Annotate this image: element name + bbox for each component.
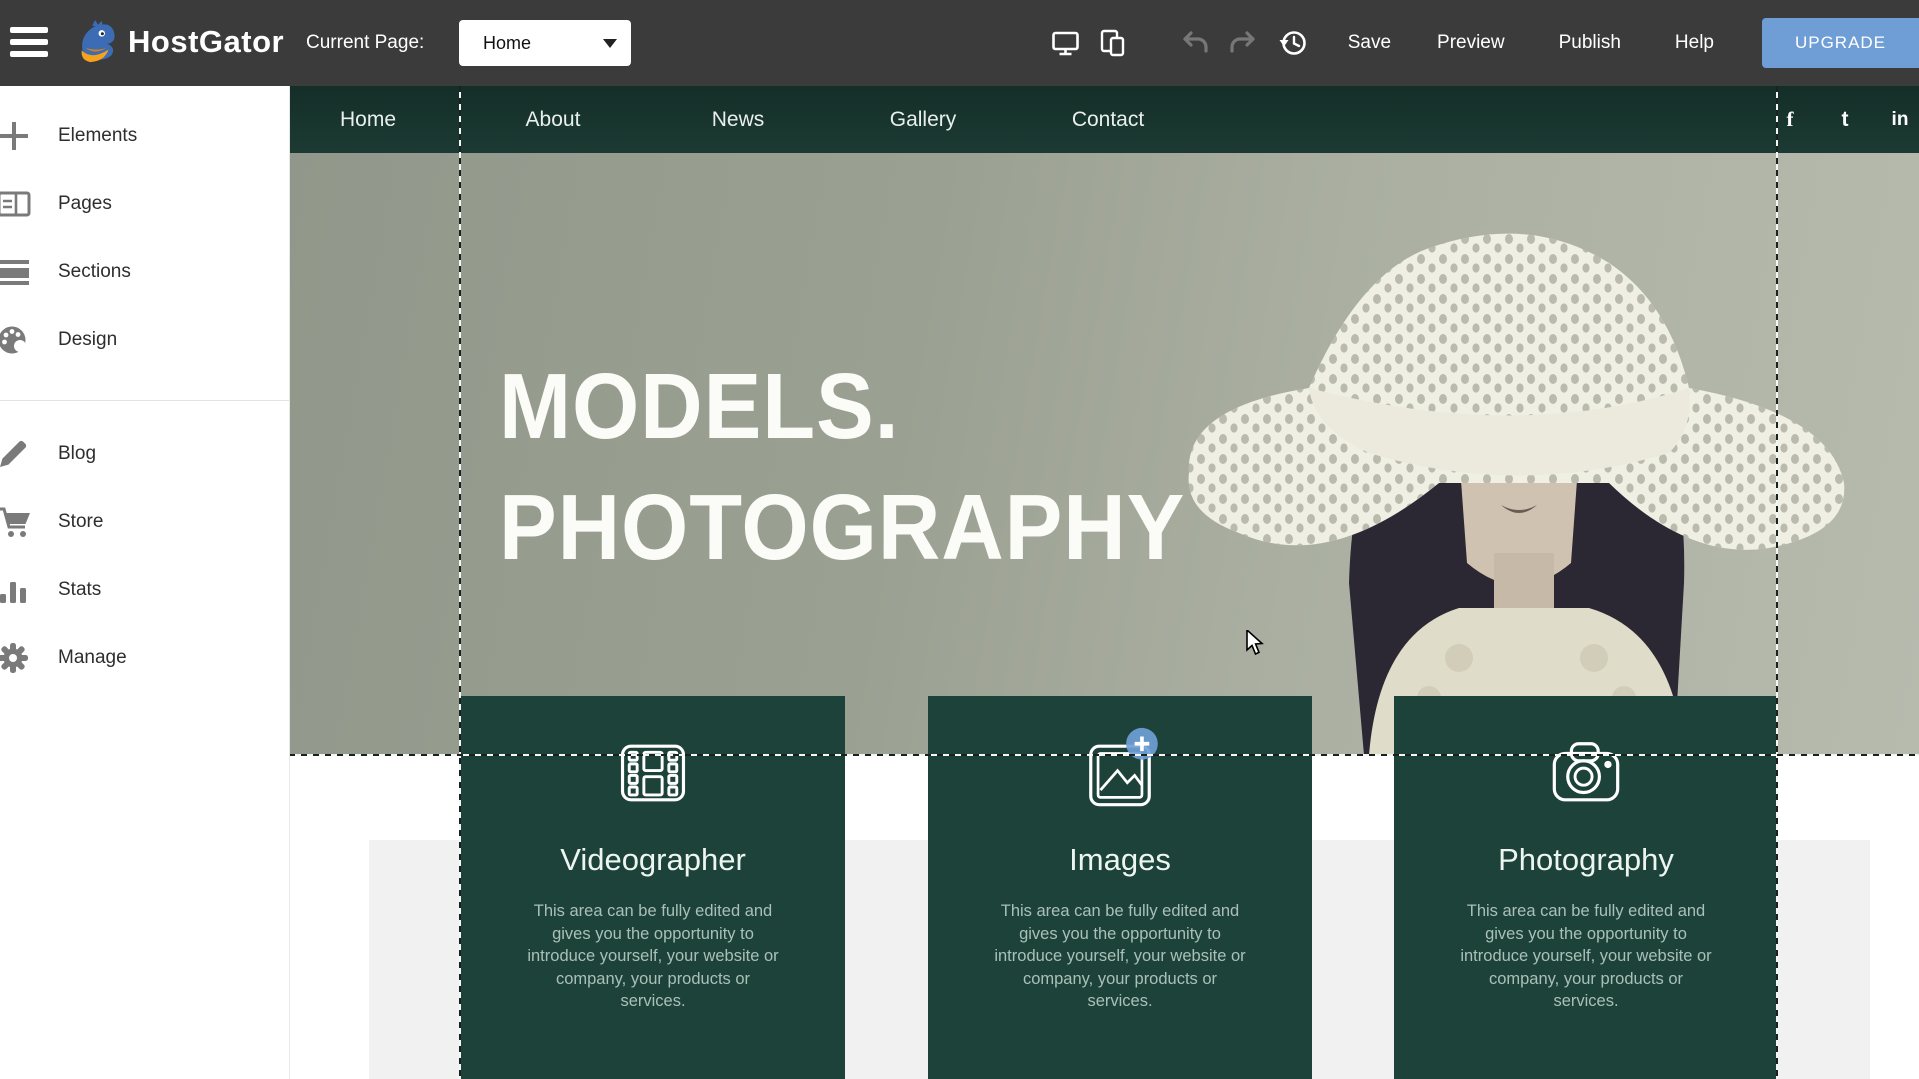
current-page-label: Current Page: [306, 32, 424, 54]
card-body-text: This area can be fully edited and gives … [1460, 900, 1712, 1013]
chevron-down-icon [603, 39, 617, 48]
help-button[interactable]: Help [1675, 32, 1714, 54]
pages-icon [0, 188, 58, 220]
site-nav-contact[interactable]: Contact [1072, 86, 1144, 153]
site-preview-canvas: Home About News Gallery Contact f t in [289, 86, 1919, 1079]
sections-icon [0, 257, 58, 287]
card-body-text: This area can be fully edited and gives … [527, 900, 779, 1013]
mouse-cursor [1246, 630, 1270, 656]
facebook-icon[interactable]: f [1787, 86, 1794, 153]
card-body-text: This area can be fully edited and gives … [994, 900, 1246, 1013]
site-nav-news[interactable]: News [712, 86, 765, 153]
mobile-view-icon[interactable] [1098, 28, 1128, 58]
section-guide-left [459, 86, 461, 1079]
site-nav-home[interactable]: Home [340, 86, 396, 153]
linkedin-icon[interactable]: in [1892, 86, 1909, 153]
sidebar-divider [0, 400, 289, 401]
redo-icon[interactable] [1228, 28, 1258, 58]
gear-icon [0, 641, 58, 675]
undo-icon[interactable] [1180, 28, 1210, 58]
page-select-value: Home [483, 33, 603, 54]
save-button[interactable]: Save [1348, 32, 1391, 54]
sidebar-item-pages[interactable]: Pages [0, 170, 289, 238]
section-guide-bottom [289, 754, 1919, 756]
site-nav-about[interactable]: About [526, 86, 581, 153]
history-icon[interactable] [1278, 28, 1308, 58]
hostgator-logo: HostGator [74, 18, 284, 66]
sidebar-item-blog[interactable]: Blog [0, 420, 289, 488]
hamburger-menu-icon[interactable] [10, 27, 50, 59]
upgrade-button[interactable]: UPGRADE [1762, 18, 1919, 68]
sidebar-item-sections[interactable]: Sections [0, 238, 289, 306]
gator-icon [74, 18, 120, 66]
site-nav-gallery[interactable]: Gallery [890, 86, 957, 153]
page-select-dropdown[interactable]: Home [459, 20, 631, 66]
image-plus-icon [928, 734, 1312, 812]
sidebar-item-store[interactable]: Store [0, 488, 289, 556]
hero-section[interactable]: MODELS. PHOTOGRAPHY [289, 153, 1919, 755]
camera-icon [1394, 734, 1778, 812]
plus-icon [0, 118, 58, 154]
editor-topbar: HostGator Current Page: Home Save Previe… [0, 0, 1919, 86]
section-guide-right [1776, 86, 1778, 1079]
sidebar-item-design[interactable]: Design [0, 306, 289, 374]
hero-title[interactable]: MODELS. PHOTOGRAPHY [499, 346, 1185, 588]
pencil-icon [0, 437, 58, 471]
card-title: Videographer [461, 842, 845, 878]
site-navbar: Home About News Gallery Contact f t in [289, 86, 1919, 153]
desktop-view-icon[interactable] [1051, 28, 1081, 58]
sidebar-item-manage[interactable]: Manage [0, 624, 289, 692]
model-photo [1129, 153, 1919, 755]
editor-sidebar: Elements Pages Sections Design Blog Stor… [0, 86, 289, 1079]
sidebar-item-elements[interactable]: Elements [0, 102, 289, 170]
preview-button[interactable]: Preview [1437, 32, 1505, 54]
brand-name: HostGator [128, 24, 284, 60]
palette-icon [0, 323, 58, 357]
film-icon [461, 734, 845, 812]
sidebar-item-stats[interactable]: Stats [0, 556, 289, 624]
card-title: Images [928, 842, 1312, 878]
stats-icon [0, 574, 58, 606]
publish-button[interactable]: Publish [1559, 32, 1621, 54]
card-title: Photography [1394, 842, 1778, 878]
cart-icon [0, 505, 58, 539]
twitter-icon[interactable]: t [1842, 86, 1849, 153]
